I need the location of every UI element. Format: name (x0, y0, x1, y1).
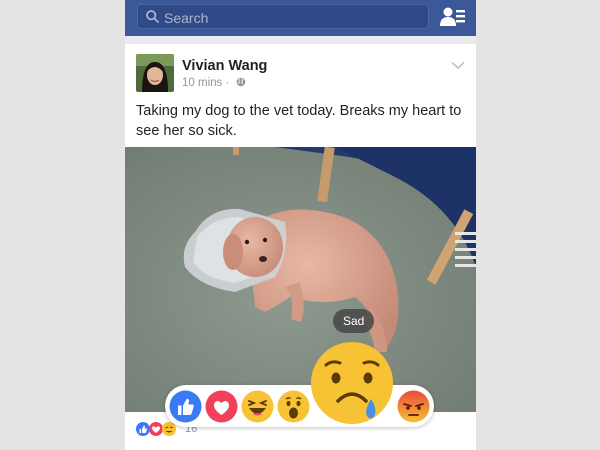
privacy-separator: · (225, 77, 230, 89)
chevron-down-icon[interactable] (451, 61, 465, 70)
post-timestamp[interactable]: 10 mins (182, 77, 222, 89)
reaction-tooltip: Sad (333, 309, 375, 333)
dog-photo-image (125, 147, 476, 412)
haha-reaction-icon[interactable] (241, 390, 274, 423)
post-card: Vivian Wang 10 mins · Taking my dog to t… (125, 44, 476, 147)
friend-requests-button[interactable] (440, 6, 466, 28)
search-icon (146, 10, 159, 23)
top-navigation-bar (125, 0, 476, 36)
post-author-name[interactable]: Vivian Wang (182, 58, 267, 74)
post-photo[interactable] (125, 147, 476, 412)
avatar[interactable] (136, 54, 174, 92)
reaction-tray (165, 342, 434, 427)
sad-reaction-icon[interactable] (310, 341, 394, 425)
friend-requests-icon (440, 7, 465, 26)
post-text: Taking my dog to the vet today. Breaks m… (136, 103, 462, 139)
globe-icon (236, 77, 245, 87)
phone-screen: Vivian Wang 10 mins · Taking my dog to t… (125, 0, 476, 450)
search-input[interactable] (162, 5, 426, 30)
avatar-image (136, 54, 174, 92)
search-box[interactable] (137, 4, 429, 30)
wow-reaction-icon[interactable] (277, 390, 310, 423)
post-meta: 10 mins · (182, 77, 246, 89)
love-reaction-icon[interactable] (205, 390, 238, 423)
like-reaction-icon[interactable] (169, 390, 202, 423)
angry-reaction-icon[interactable] (397, 390, 430, 423)
